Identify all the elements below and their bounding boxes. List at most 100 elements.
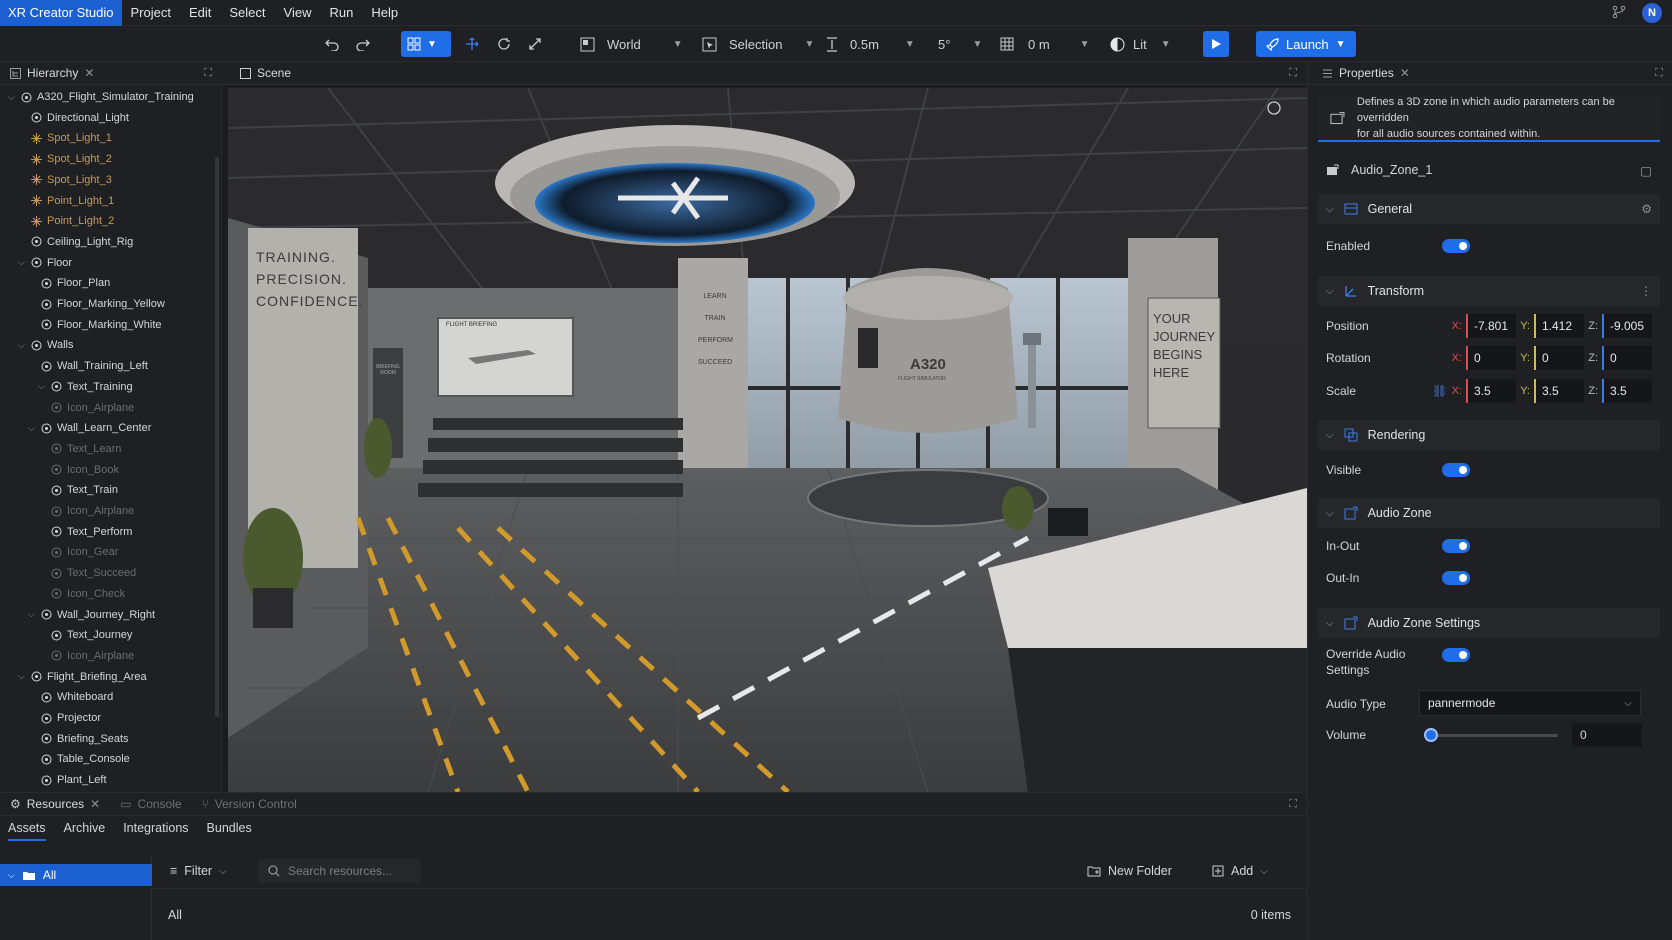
scale-x-input[interactable]: 3.5 (1466, 379, 1516, 403)
rotation-z-input[interactable]: 0 (1602, 346, 1652, 370)
tree-item[interactable]: Icon_Check (38, 585, 125, 603)
grid-dropdown[interactable]: 0 m ▼ (1000, 31, 1090, 57)
close-icon[interactable]: ✕ (84, 66, 94, 80)
tree-item[interactable]: Table_Console (28, 750, 130, 768)
tree-item[interactable]: Directional_Light (18, 109, 129, 127)
tree-item[interactable]: ⌵ A320_Flight_Simulator_Training (8, 88, 194, 106)
tree-item[interactable]: Icon_Airplane (38, 399, 134, 417)
tab-properties[interactable]: Properties ✕ (1312, 62, 1420, 85)
launch-button[interactable]: Launch ▼ (1256, 31, 1356, 57)
position-y-input[interactable]: 1.412 (1534, 314, 1584, 338)
user-avatar[interactable]: N (1642, 3, 1662, 23)
tab-resources[interactable]: ⚙ Resources ✕ (0, 793, 110, 816)
scale-tool-icon[interactable] (528, 31, 542, 57)
tree-item[interactable]: Icon_Gear (38, 543, 118, 561)
tree-item[interactable]: Spot_Light_2 (18, 150, 112, 168)
undo-icon[interactable] (325, 31, 339, 57)
volume-input[interactable]: 0 (1572, 723, 1642, 747)
out-in-toggle[interactable] (1442, 571, 1470, 585)
close-icon[interactable]: ✕ (1400, 66, 1410, 80)
override-toggle[interactable] (1442, 648, 1470, 662)
tree-item[interactable]: Text_Train (38, 481, 118, 499)
tree-item[interactable]: ⌵ Text_Training (38, 378, 133, 396)
snap-rotate-dropdown[interactable]: 5° ▼ (938, 31, 982, 57)
scale-y-input[interactable]: 3.5 (1534, 379, 1584, 403)
tree-item[interactable]: Text_Journey (38, 626, 132, 644)
search-input[interactable]: Search resources... (258, 859, 421, 883)
tree-item[interactable]: ⌵ Flight_Briefing_Area (18, 668, 147, 686)
tree-item[interactable]: ⌵ Walls (18, 336, 73, 354)
section-general[interactable]: ⌵ General ⚙ (1318, 194, 1660, 224)
chevron-down-icon[interactable]: ⌵ (8, 92, 16, 103)
copy-icon[interactable]: ▢ (1640, 163, 1652, 178)
subtab-integrations[interactable]: Integrations (123, 821, 188, 841)
position-x-input[interactable]: -7.801 (1466, 314, 1516, 338)
tree-item[interactable]: Icon_Airplane (38, 502, 134, 520)
tree-item[interactable]: Floor_Marking_Yellow (28, 295, 165, 313)
tree-item[interactable]: Ceiling_Light_Rig (18, 233, 133, 251)
section-audio-zone[interactable]: ⌵ Audio Zone (1318, 498, 1660, 528)
chevron-down-icon[interactable]: ⌵ (18, 340, 26, 351)
menu-select[interactable]: Select (220, 0, 274, 26)
link-icon[interactable]: ⛓ (1432, 384, 1447, 398)
more-icon[interactable]: ⋮ (1640, 284, 1652, 298)
tree-item[interactable]: Wall_Training_Left (28, 357, 148, 375)
maximize-icon[interactable]: ⛶ (204, 67, 212, 80)
close-icon[interactable]: ✕ (90, 797, 100, 811)
in-out-toggle[interactable] (1442, 539, 1470, 553)
settings-icon[interactable]: ⚙ (1641, 202, 1652, 216)
tree-item[interactable]: Text_Learn (38, 440, 121, 458)
chevron-down-icon[interactable]: ⌵ (18, 671, 26, 682)
scale-z-input[interactable]: 3.5 (1602, 379, 1652, 403)
volume-slider-track[interactable] (1428, 734, 1558, 737)
section-audio-zone-settings[interactable]: ⌵ Audio Zone Settings (1318, 608, 1660, 638)
rotation-y-input[interactable]: 0 (1534, 346, 1584, 370)
maximize-icon[interactable]: ⛶ (1289, 798, 1297, 811)
subtab-assets[interactable]: Assets (8, 821, 46, 841)
add-button[interactable]: Add ⌵ (1212, 853, 1268, 889)
tree-item[interactable]: Briefing_Seats (28, 730, 129, 748)
volume-slider-thumb[interactable] (1424, 728, 1438, 742)
tree-item[interactable]: Whiteboard (28, 688, 113, 706)
audio-type-select[interactable]: pannermode ⌵ (1419, 690, 1641, 716)
maximize-icon[interactable]: ⛶ (1655, 67, 1663, 80)
menu-help[interactable]: Help (362, 0, 407, 26)
rotate-tool-icon[interactable] (497, 31, 511, 57)
lighting-dropdown[interactable]: Lit ▼ (1110, 31, 1171, 57)
tree-item[interactable]: ⌵ Floor (18, 254, 72, 272)
scene-render[interactable] (228, 88, 1307, 792)
tree-item[interactable]: Spot_Light_1 (18, 129, 112, 147)
tree-item[interactable]: Point_Light_2 (18, 212, 114, 230)
object-name[interactable]: Audio_Zone_1 (1351, 163, 1432, 177)
tab-hierarchy[interactable]: Hierarchy ✕ (0, 62, 104, 85)
position-z-input[interactable]: -9.005 (1602, 314, 1652, 338)
play-button[interactable] (1203, 31, 1229, 57)
tree-item[interactable]: Icon_Book (38, 461, 119, 479)
tree-item[interactable]: Spot_Light_3 (18, 171, 112, 189)
folder-all[interactable]: ⌵ All (0, 864, 152, 886)
tree-item[interactable]: ⌵ Wall_Journey_Right (28, 606, 155, 624)
chevron-down-icon[interactable]: ⌵ (38, 381, 46, 392)
tree-item[interactable]: Point_Light_1 (18, 192, 114, 210)
chevron-down-icon[interactable]: ⌵ (18, 257, 26, 268)
tab-scene[interactable]: Scene (230, 62, 301, 85)
subtab-bundles[interactable]: Bundles (207, 821, 252, 841)
pivot-dropdown[interactable]: Selection ▼ (702, 31, 814, 57)
section-rendering[interactable]: ⌵ Rendering (1318, 420, 1660, 450)
move-tool-button[interactable]: ▼ (401, 31, 451, 57)
tree-item[interactable]: Icon_Airplane (38, 647, 134, 665)
new-folder-button[interactable]: New Folder (1087, 853, 1172, 889)
enabled-toggle[interactable] (1442, 239, 1470, 253)
tree-item[interactable]: Plant_Left (28, 771, 107, 788)
tab-console[interactable]: ▭ Console (110, 793, 191, 816)
chevron-down-icon[interactable]: ⌵ (28, 609, 36, 620)
scene-viewport[interactable]: TRAINING. PRECISION. CONFIDENCE. LEARN T… (228, 88, 1307, 792)
branch-icon[interactable] (1612, 5, 1626, 22)
menu-run[interactable]: Run (320, 0, 362, 26)
tree-item[interactable]: Floor_Plan (28, 274, 110, 292)
space-dropdown[interactable]: World ▼ (580, 31, 683, 57)
app-brand[interactable]: XR Creator Studio (0, 0, 122, 26)
tree-item[interactable]: Text_Perform (38, 523, 132, 541)
tree-item[interactable]: ⌵ Wall_Learn_Center (28, 419, 151, 437)
menu-view[interactable]: View (275, 0, 321, 26)
